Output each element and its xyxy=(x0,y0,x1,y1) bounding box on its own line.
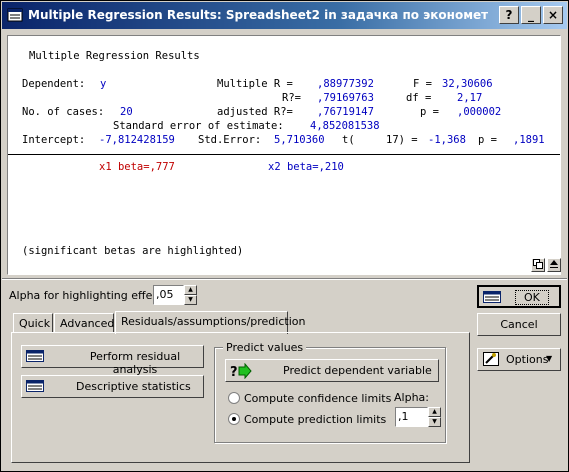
options-label: Options xyxy=(506,353,549,366)
cases-value: 20 xyxy=(120,106,133,118)
report-heading: Multiple Regression Results xyxy=(29,50,200,62)
spin-down-icon[interactable]: ▼ xyxy=(184,295,197,305)
expand-icon[interactable] xyxy=(547,258,561,272)
descriptive-stats-button[interactable]: Descriptive statistics xyxy=(21,375,204,398)
intercept-value: -7,812428159 xyxy=(99,134,175,146)
grid-icon xyxy=(483,291,501,303)
spin-up-icon[interactable]: ▲ xyxy=(184,285,197,295)
copy-glyph-icon xyxy=(533,259,543,269)
std-error-value: 5,710360 xyxy=(274,134,325,146)
se-value: 4,852081538 xyxy=(310,120,380,132)
tab-advanced[interactable]: Advanced xyxy=(54,313,114,333)
help-button[interactable]: ? xyxy=(499,6,519,24)
app-icon xyxy=(7,8,23,22)
svg-text:?: ? xyxy=(230,365,238,379)
adj-r2-label: adjusted R?= xyxy=(217,106,293,118)
p2-value: ,1891 xyxy=(513,134,545,146)
std-error-label: Std.Error: xyxy=(198,134,262,146)
cases-label: No. of cases: xyxy=(22,106,105,118)
results-report: Multiple Regression Results Dependent: y… xyxy=(7,35,561,275)
radio-selected-dot xyxy=(232,417,236,421)
predict-dependent-label: Predict dependent variable xyxy=(283,364,432,377)
x1-beta: x1 beta=,777 xyxy=(99,161,175,173)
intercept-label: Intercept: xyxy=(22,134,86,146)
descriptive-stats-label: Descriptive statistics xyxy=(76,380,191,393)
multiple-r-label: Multiple R = xyxy=(217,78,293,90)
options-icon xyxy=(483,352,499,366)
window-title: Multiple Regression Results: Spreadsheet… xyxy=(28,8,488,22)
chevron-down-icon: ▼ xyxy=(546,354,553,363)
report-divider xyxy=(8,154,560,155)
f-value: 32,30606 xyxy=(442,78,493,90)
spin-down-icon[interactable]: ▼ xyxy=(428,417,441,427)
tab-quick[interactable]: Quick xyxy=(13,313,53,333)
dependent-label: Dependent: xyxy=(22,78,86,90)
compute-pred-radio[interactable] xyxy=(228,413,240,425)
minimize-button[interactable]: _ xyxy=(521,6,541,24)
footnote: (significant betas are highlighted) xyxy=(22,245,244,257)
close-button[interactable]: × xyxy=(543,6,563,24)
perform-residual-button[interactable]: Perform residual analysis xyxy=(21,345,204,376)
ok-button[interactable]: OK xyxy=(477,285,561,308)
arrow-up-icon xyxy=(550,260,558,268)
p-value: ,000002 xyxy=(457,106,502,118)
dependent-value: y xyxy=(100,78,107,90)
cancel-button[interactable]: Cancel xyxy=(477,313,561,336)
ok-label: OK xyxy=(515,290,549,305)
compute-conf-label[interactable]: Compute confidence limits xyxy=(244,392,391,405)
alpha2-stepper[interactable]: ,1 ▲ ▼ xyxy=(395,407,441,427)
panel-separator xyxy=(2,278,567,280)
compute-conf-radio[interactable] xyxy=(228,392,240,404)
se-label: Standard error of estimate: xyxy=(113,120,284,132)
adj-r2-value: ,76719147 xyxy=(317,106,374,118)
df-value: 2,17 xyxy=(457,92,483,104)
r2-label: R?= xyxy=(282,92,301,104)
f-label: F = xyxy=(413,78,432,90)
r2-value: ,79169763 xyxy=(317,92,374,104)
alpha-stepper[interactable]: ,05 ▲ ▼ xyxy=(153,285,198,305)
spin-up-icon[interactable]: ▲ xyxy=(428,407,441,417)
alpha-label: Alpha for highlighting effects: xyxy=(9,289,173,302)
multiple-r-value: ,88977392 xyxy=(317,78,374,90)
x2-beta: x2 beta=,210 xyxy=(268,161,344,173)
t-label: t( xyxy=(342,134,355,146)
compute-pred-label[interactable]: Compute prediction limits xyxy=(244,413,386,426)
dialog-window: Multiple Regression Results: Spreadsheet… xyxy=(0,0,569,472)
df-label: df = xyxy=(406,92,432,104)
options-button[interactable]: Options ▼ xyxy=(477,348,561,371)
predict-group-title: Predict values xyxy=(223,341,307,354)
predict-dependent-button[interactable]: ? Predict dependent variable xyxy=(225,359,439,382)
predict-arrow-icon: ? xyxy=(230,363,252,379)
tab-residuals[interactable]: Residuals/assumptions/prediction xyxy=(115,311,305,334)
alpha2-input[interactable]: ,1 xyxy=(395,407,428,427)
grid-icon xyxy=(26,380,44,392)
p-label: p = xyxy=(420,106,439,118)
perform-residual-label: Perform residual analysis xyxy=(89,350,181,376)
t-value: -1,368 xyxy=(428,134,466,146)
t-df: 17) = xyxy=(386,134,418,146)
alpha2-label: Alpha: xyxy=(394,391,429,404)
grid-icon xyxy=(26,350,44,362)
p2-label: p = xyxy=(478,134,497,146)
copy-icon[interactable] xyxy=(531,258,545,272)
alpha-input[interactable]: ,05 xyxy=(153,285,184,305)
title-bar[interactable]: Multiple Regression Results: Spreadsheet… xyxy=(2,2,567,29)
